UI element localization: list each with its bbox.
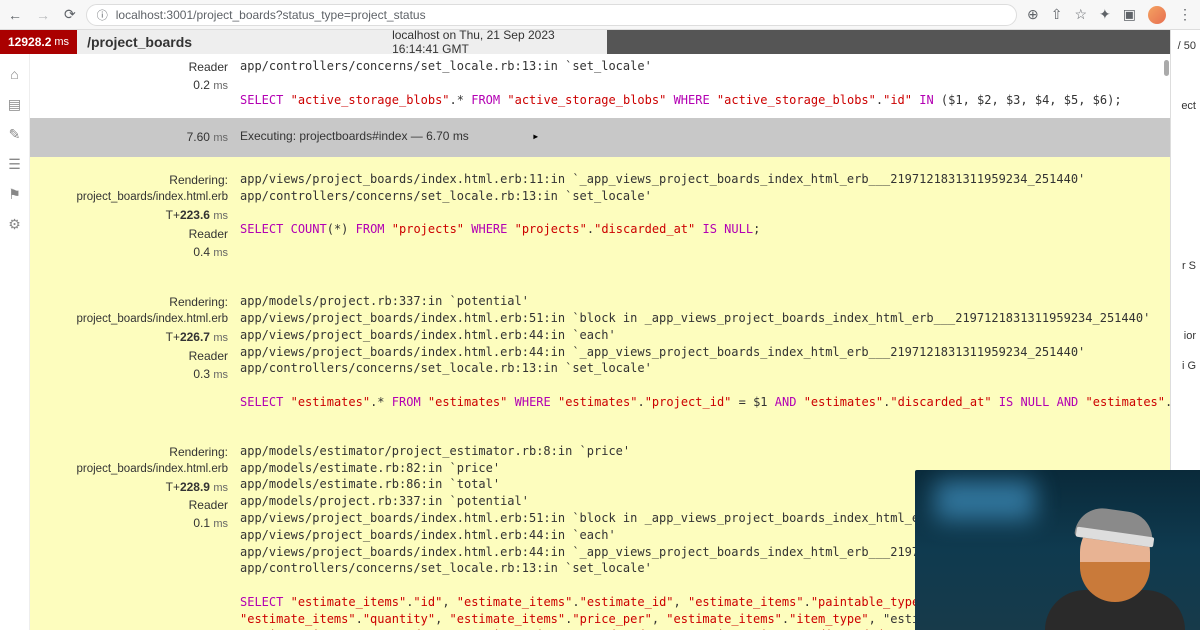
- render-path: project_boards/index.html.erb: [30, 189, 228, 206]
- extensions-icon[interactable]: ✦: [1099, 6, 1111, 23]
- scrollbar-thumb[interactable]: [1164, 60, 1169, 76]
- panel-icon[interactable]: ▣: [1123, 6, 1136, 23]
- render-timing: T+223.6 ms: [30, 206, 228, 225]
- reader-label: Reader: [30, 496, 228, 514]
- bg-text: i G: [1182, 360, 1196, 372]
- url-bar[interactable]: ⓘ localhost:3001/project_boards?status_t…: [86, 4, 1017, 26]
- trace-line: app/controllers/concerns/set_locale.rb:1…: [240, 189, 652, 203]
- trace-line: app/models/estimator/project_estimator.r…: [240, 444, 630, 458]
- render-timing: T+226.7 ms: [30, 328, 228, 347]
- total-ms: 12928.2: [8, 35, 51, 49]
- request-context: localhost on Thu, 21 Sep 2023 16:14:41 G…: [392, 28, 597, 56]
- rail-icon[interactable]: ⚙: [6, 216, 24, 234]
- row-dur: 0.3 ms: [30, 365, 228, 384]
- row-dur: 0.2: [193, 78, 210, 92]
- profiler-render-row[interactable]: Rendering: project_boards/index.html.erb…: [30, 157, 1170, 279]
- trace-line: app/views/project_boards/index.html.erb:…: [240, 345, 1085, 359]
- reader-label: Reader: [30, 58, 228, 76]
- route-path: /project_boards: [87, 34, 192, 50]
- total-time-badge[interactable]: 12928.2 ms: [0, 30, 77, 54]
- app-left-rail: ⌂ ▤ ✎ ☰ ⚑ ⚙: [0, 54, 30, 630]
- trace-line: app/views/project_boards/index.html.erb:…: [240, 172, 1085, 186]
- profiler-row: Reader 0.2 ms app/controllers/concerns/s…: [30, 54, 1170, 118]
- route-bar: /project_boards localhost on Thu, 21 Sep…: [77, 30, 607, 54]
- ms-unit: ms: [54, 36, 69, 48]
- exec-text: Executing: projectboards#index —: [240, 129, 426, 143]
- row-meta: Reader 0.2 ms: [30, 58, 240, 108]
- profiler-exec-row[interactable]: 7.60 ms Executing: projectboards#index —…: [30, 118, 1170, 157]
- sql-line: SELECT COUNT(*) FROM "projects" WHERE "p…: [240, 222, 760, 236]
- trace-line: app/models/estimate.rb:86:in `total': [240, 477, 500, 491]
- row-meta: Rendering: project_boards/index.html.erb…: [30, 443, 240, 630]
- profile-avatar[interactable]: [1148, 6, 1166, 24]
- sql-line: SELECT "estimate_items"."id", "estimate_…: [240, 595, 963, 630]
- trace-line: app/controllers/concerns/set_locale.rb:1…: [240, 561, 652, 575]
- row-detail: app/controllers/concerns/set_locale.rb:1…: [240, 58, 1170, 108]
- menu-icon[interactable]: ⋮: [1178, 6, 1192, 23]
- row-dur: 0.1 ms: [30, 514, 228, 533]
- rail-icon[interactable]: ⌂: [6, 66, 24, 84]
- zoom-icon[interactable]: ⊕: [1027, 6, 1039, 23]
- rail-icon[interactable]: ⚑: [6, 186, 24, 204]
- trace-line: app/views/project_boards/index.html.erb:…: [240, 328, 616, 342]
- trace-line: app/models/project.rb:337:in `potential': [240, 494, 529, 508]
- forward-icon[interactable]: →: [36, 7, 50, 23]
- trace-line: app/models/project.rb:337:in `potential': [240, 294, 529, 308]
- trace-line: app/views/project_boards/index.html.erb:…: [240, 311, 1150, 325]
- sql-line: SELECT "active_storage_blobs".* FROM "ac…: [240, 93, 1122, 107]
- trace-line: app/controllers/concerns/set_locale.rb:1…: [240, 59, 652, 73]
- trace-line: app/views/project_boards/index.html.erb:…: [240, 528, 616, 542]
- render-label: Rendering:: [30, 293, 228, 311]
- profiler-header: 12928.2 ms /project_boards localhost on …: [0, 30, 1200, 54]
- exec-inner: 6.70: [426, 129, 449, 143]
- trace-line: app/controllers/concerns/set_locale.rb:1…: [240, 361, 652, 375]
- presenter: [1050, 490, 1180, 630]
- reader-label: Reader: [30, 347, 228, 365]
- bg-text: / 50: [1178, 40, 1196, 52]
- profiler-render-row[interactable]: Rendering: project_boards/index.html.erb…: [30, 279, 1170, 429]
- render-label: Rendering:: [30, 443, 228, 461]
- render-path: project_boards/index.html.erb: [30, 461, 228, 478]
- bookmark-icon[interactable]: ☆: [1074, 6, 1087, 23]
- render-timing: T+228.9 ms: [30, 478, 228, 497]
- bg-text: r S: [1182, 260, 1196, 272]
- bg-text: ect: [1181, 100, 1196, 112]
- nav-icons: ← → ⟳: [8, 6, 76, 23]
- row-meta: Rendering: project_boards/index.html.erb…: [30, 171, 240, 261]
- render-path: project_boards/index.html.erb: [30, 311, 228, 328]
- row-dur: 0.4 ms: [30, 243, 228, 262]
- reader-label: Reader: [30, 225, 228, 243]
- ms-unit: ms: [213, 80, 228, 92]
- ms-unit: ms: [213, 132, 228, 144]
- share-icon[interactable]: ⇧: [1051, 6, 1063, 23]
- rail-icon[interactable]: ▤: [6, 96, 24, 114]
- sql-line: SELECT "estimates".* FROM "estimates" WH…: [240, 395, 1170, 409]
- row-detail: app/models/project.rb:337:in `potential'…: [240, 293, 1170, 411]
- row-meta: 7.60 ms: [30, 128, 240, 147]
- browser-toolbar: ← → ⟳ ⓘ localhost:3001/project_boards?st…: [0, 0, 1200, 30]
- bg-text: ior: [1184, 330, 1196, 342]
- ms-unit: ms: [453, 129, 469, 143]
- toolbar-right: ⊕ ⇧ ☆ ✦ ▣ ⋮: [1027, 6, 1192, 24]
- exec-dur: 7.60: [187, 130, 210, 144]
- row-meta: Rendering: project_boards/index.html.erb…: [30, 293, 240, 411]
- site-info-icon[interactable]: ⓘ: [97, 7, 108, 23]
- render-label: Rendering:: [30, 171, 228, 189]
- row-detail: Executing: projectboards#index — 6.70 ms…: [240, 128, 1170, 147]
- rail-icon[interactable]: ✎: [6, 126, 24, 144]
- rail-icon[interactable]: ☰: [6, 156, 24, 174]
- reload-icon[interactable]: ⟳: [64, 6, 76, 23]
- trace-line: app/models/estimate.rb:82:in `price': [240, 461, 500, 475]
- row-detail: app/views/project_boards/index.html.erb:…: [240, 171, 1170, 261]
- url-text: localhost:3001/project_boards?status_typ…: [116, 8, 426, 22]
- webcam-overlay: [915, 470, 1200, 630]
- back-icon[interactable]: ←: [8, 7, 22, 23]
